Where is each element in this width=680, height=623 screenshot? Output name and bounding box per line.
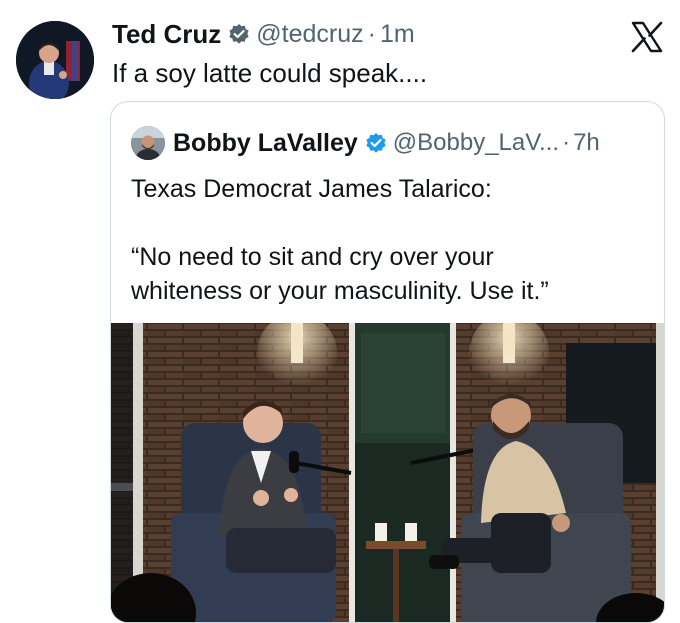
tweet-timestamp[interactable]: 1m [380,20,415,49]
quoted-text-line: “No need to sit and cry over your [131,243,494,271]
quoted-tweet-text: Texas Democrat James Talarico: “No need … [131,172,651,308]
quoted-tweet-header: Bobby LaValley @Bobby_LaV... · 7h [131,126,600,160]
tweet-header: Ted Cruz @tedcruz · 1m [112,18,415,50]
quoted-author-name[interactable]: Bobby LaValley [173,129,358,158]
time-separator: · [367,19,376,48]
author-name[interactable]: Ted Cruz [112,19,221,50]
quoted-text-line: whiteness or your masculinity. Use it.” [131,277,549,305]
quoted-text-line: Texas Democrat James Talarico: [131,175,492,203]
quoted-author-handle[interactable]: @Bobby_LaV... [393,129,559,157]
quoted-timestamp[interactable]: 7h [573,129,600,157]
quoted-time-separator: · [562,129,571,156]
quoted-text-spacer [131,206,651,240]
quoted-avatar-image [131,126,165,160]
author-handle[interactable]: @tedcruz [256,20,363,49]
verified-badge-icon [365,132,387,154]
x-logo-icon[interactable] [630,20,664,54]
author-avatar[interactable] [16,21,94,99]
tweet-text: If a soy latte could speak.... [112,58,428,88]
quoted-tweet-card[interactable]: Bobby LaValley @Bobby_LaV... · 7h Texas … [110,101,665,623]
podcast-scene-image [111,323,664,622]
quoted-media-video[interactable] [111,323,664,622]
verified-badge-icon [228,23,250,45]
quoted-author-avatar[interactable] [131,126,165,160]
author-avatar-image [16,21,94,99]
